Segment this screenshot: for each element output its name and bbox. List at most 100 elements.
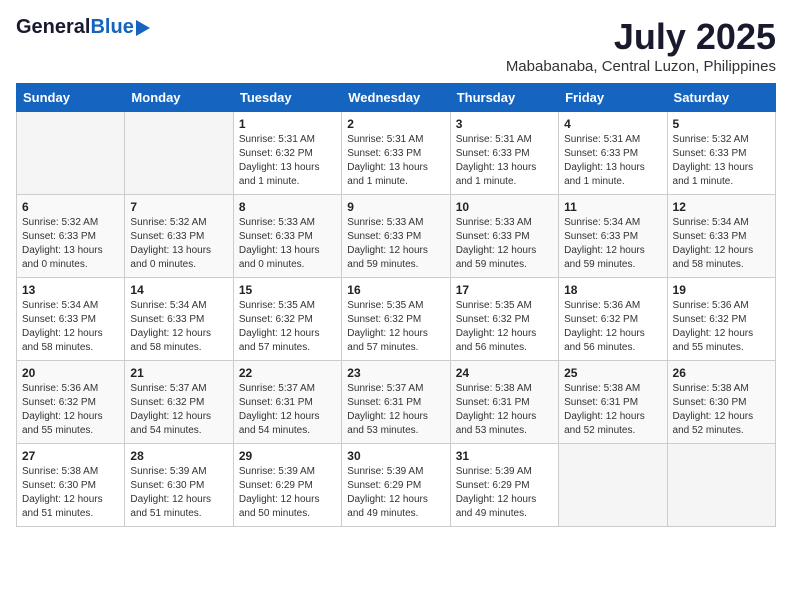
day-detail: Sunrise: 5:39 AMSunset: 6:29 PMDaylight:… [456, 465, 553, 521]
calendar-cell: 1Sunrise: 5:31 AMSunset: 6:32 PMDaylight… [233, 112, 341, 195]
weekday-header-wednesday: Wednesday [342, 84, 450, 112]
calendar-cell: 15 Sunrise: 5:35 AMSunset: 6:32 PMDayligh… [233, 278, 341, 361]
day-detail: Sunrise: 5:38 AMSunset: 6:30 PMDaylight:… [673, 382, 770, 438]
day-number: 19 [673, 283, 770, 297]
day-detail: Sunrise: 5:31 AMSunset: 6:33 PMDaylight:… [456, 133, 553, 189]
calendar-cell [125, 112, 233, 195]
calendar-cell [17, 112, 125, 195]
day-detail: Sunrise: 5:38 AMSunset: 6:30 PMDaylight:… [22, 465, 119, 521]
day-number: 1 [239, 117, 336, 131]
calendar-cell: 26 Sunrise: 5:38 AMSunset: 6:30 PMDayligh… [667, 361, 775, 444]
day-detail: Sunrise: 5:34 AMSunset: 6:33 PMDaylight:… [22, 299, 119, 355]
day-number: 12 [673, 200, 770, 214]
day-number: 28 [130, 449, 227, 463]
calendar-cell [667, 444, 775, 527]
calendar-cell: 29 Sunrise: 5:39 AMSunset: 6:29 PMDayligh… [233, 444, 341, 527]
day-number: 9 [347, 200, 444, 214]
page-title: July 2025 [506, 16, 776, 58]
day-detail: Sunrise: 5:38 AMSunset: 6:31 PMDaylight:… [456, 382, 553, 438]
day-number: 29 [239, 449, 336, 463]
day-number: 21 [130, 366, 227, 380]
calendar-cell: 13 Sunrise: 5:34 AMSunset: 6:33 PMDayligh… [17, 278, 125, 361]
calendar-week-1: 1Sunrise: 5:31 AMSunset: 6:32 PMDaylight… [17, 112, 776, 195]
weekday-header-friday: Friday [559, 84, 667, 112]
calendar-cell: 25 Sunrise: 5:38 AMSunset: 6:31 PMDayligh… [559, 361, 667, 444]
day-number: 25 [564, 366, 661, 380]
day-number: 10 [456, 200, 553, 214]
calendar-cell: 3 Sunrise: 5:31 AMSunset: 6:33 PMDaylight… [450, 112, 558, 195]
day-detail: Sunrise: 5:32 AMSunset: 6:33 PMDaylight:… [130, 216, 227, 272]
calendar-cell: 2 Sunrise: 5:31 AMSunset: 6:33 PMDaylight… [342, 112, 450, 195]
day-detail: Sunrise: 5:31 AMSunset: 6:33 PMDaylight:… [564, 133, 661, 189]
day-number: 20 [22, 366, 119, 380]
day-detail: Sunrise: 5:33 AMSunset: 6:33 PMDaylight:… [239, 216, 336, 272]
calendar-cell: 6Sunrise: 5:32 AMSunset: 6:33 PMDaylight… [17, 195, 125, 278]
weekday-header-monday: Monday [125, 84, 233, 112]
day-detail: Sunrise: 5:33 AMSunset: 6:33 PMDaylight:… [347, 216, 444, 272]
day-detail: Sunrise: 5:34 AMSunset: 6:33 PMDaylight:… [130, 299, 227, 355]
calendar-cell: 31Sunrise: 5:39 AMSunset: 6:29 PMDayligh… [450, 444, 558, 527]
day-detail: Sunrise: 5:34 AMSunset: 6:33 PMDaylight:… [673, 216, 770, 272]
day-detail: Sunrise: 5:36 AMSunset: 6:32 PMDaylight:… [564, 299, 661, 355]
day-number: 24 [456, 366, 553, 380]
day-number: 13 [22, 283, 119, 297]
day-number: 6 [22, 200, 119, 214]
day-detail: Sunrise: 5:37 AMSunset: 6:31 PMDaylight:… [347, 382, 444, 438]
weekday-header-tuesday: Tuesday [233, 84, 341, 112]
calendar-cell: 9 Sunrise: 5:33 AMSunset: 6:33 PMDaylight… [342, 195, 450, 278]
calendar-cell: 27 Sunrise: 5:38 AMSunset: 6:30 PMDayligh… [17, 444, 125, 527]
day-detail: Sunrise: 5:38 AMSunset: 6:31 PMDaylight:… [564, 382, 661, 438]
calendar-week-5: 27 Sunrise: 5:38 AMSunset: 6:30 PMDayligh… [17, 444, 776, 527]
day-detail: Sunrise: 5:39 AMSunset: 6:29 PMDaylight:… [347, 465, 444, 521]
calendar-cell: 7 Sunrise: 5:32 AMSunset: 6:33 PMDaylight… [125, 195, 233, 278]
day-detail: Sunrise: 5:32 AMSunset: 6:33 PMDaylight:… [673, 133, 770, 189]
calendar-cell: 18Sunrise: 5:36 AMSunset: 6:32 PMDayligh… [559, 278, 667, 361]
day-number: 11 [564, 200, 661, 214]
day-number: 5 [673, 117, 770, 131]
day-detail: Sunrise: 5:34 AMSunset: 6:33 PMDaylight:… [564, 216, 661, 272]
day-detail: Sunrise: 5:31 AMSunset: 6:33 PMDaylight:… [347, 133, 444, 189]
calendar-cell: 21Sunrise: 5:37 AMSunset: 6:32 PMDayligh… [125, 361, 233, 444]
day-number: 8 [239, 200, 336, 214]
day-detail: Sunrise: 5:35 AMSunset: 6:32 PMDaylight:… [239, 299, 336, 355]
calendar-cell: 20 Sunrise: 5:36 AMSunset: 6:32 PMDayligh… [17, 361, 125, 444]
day-number: 23 [347, 366, 444, 380]
calendar-cell [559, 444, 667, 527]
calendar-header: SundayMondayTuesdayWednesdayThursdayFrid… [17, 84, 776, 112]
weekday-header-thursday: Thursday [450, 84, 558, 112]
calendar-cell: 10 Sunrise: 5:33 AMSunset: 6:33 PMDayligh… [450, 195, 558, 278]
calendar-cell: 19Sunrise: 5:36 AMSunset: 6:32 PMDayligh… [667, 278, 775, 361]
day-number: 14 [130, 283, 227, 297]
page-header: General Blue July 2025 Mababanaba, Centr… [16, 16, 776, 75]
day-detail: Sunrise: 5:33 AMSunset: 6:33 PMDaylight:… [456, 216, 553, 272]
calendar-week-3: 13 Sunrise: 5:34 AMSunset: 6:33 PMDayligh… [17, 278, 776, 361]
calendar-cell: 22Sunrise: 5:37 AMSunset: 6:31 PMDayligh… [233, 361, 341, 444]
day-number: 26 [673, 366, 770, 380]
calendar-cell: 28Sunrise: 5:39 AMSunset: 6:30 PMDayligh… [125, 444, 233, 527]
logo-arrow-icon [136, 20, 150, 36]
day-number: 15 [239, 283, 336, 297]
calendar-cell: 30Sunrise: 5:39 AMSunset: 6:29 PMDayligh… [342, 444, 450, 527]
day-detail: Sunrise: 5:35 AMSunset: 6:32 PMDaylight:… [456, 299, 553, 355]
calendar-cell: 17Sunrise: 5:35 AMSunset: 6:32 PMDayligh… [450, 278, 558, 361]
calendar-cell: 23 Sunrise: 5:37 AMSunset: 6:31 PMDayligh… [342, 361, 450, 444]
calendar-cell: 11 Sunrise: 5:34 AMSunset: 6:33 PMDayligh… [559, 195, 667, 278]
day-detail: Sunrise: 5:39 AMSunset: 6:29 PMDaylight:… [239, 465, 336, 521]
weekday-header-saturday: Saturday [667, 84, 775, 112]
logo-blue: Blue [90, 16, 133, 39]
calendar-cell: 16 Sunrise: 5:35 AMSunset: 6:32 PMDayligh… [342, 278, 450, 361]
day-number: 7 [130, 200, 227, 214]
title-block: July 2025 Mababanaba, Central Luzon, Phi… [506, 16, 776, 75]
day-number: 27 [22, 449, 119, 463]
day-number: 2 [347, 117, 444, 131]
day-detail: Sunrise: 5:35 AMSunset: 6:32 PMDaylight:… [347, 299, 444, 355]
day-number: 3 [456, 117, 553, 131]
weekday-header-sunday: Sunday [17, 84, 125, 112]
day-detail: Sunrise: 5:36 AMSunset: 6:32 PMDaylight:… [22, 382, 119, 438]
calendar-table: SundayMondayTuesdayWednesdayThursdayFrid… [16, 83, 776, 527]
day-number: 4 [564, 117, 661, 131]
day-number: 22 [239, 366, 336, 380]
calendar-week-2: 6 Sunrise: 5:32 AMSunset: 6:33 PMDaylight… [17, 195, 776, 278]
day-number: 16 [347, 283, 444, 297]
weekday-row: SundayMondayTuesdayWednesdayThursdayFrid… [17, 84, 776, 112]
